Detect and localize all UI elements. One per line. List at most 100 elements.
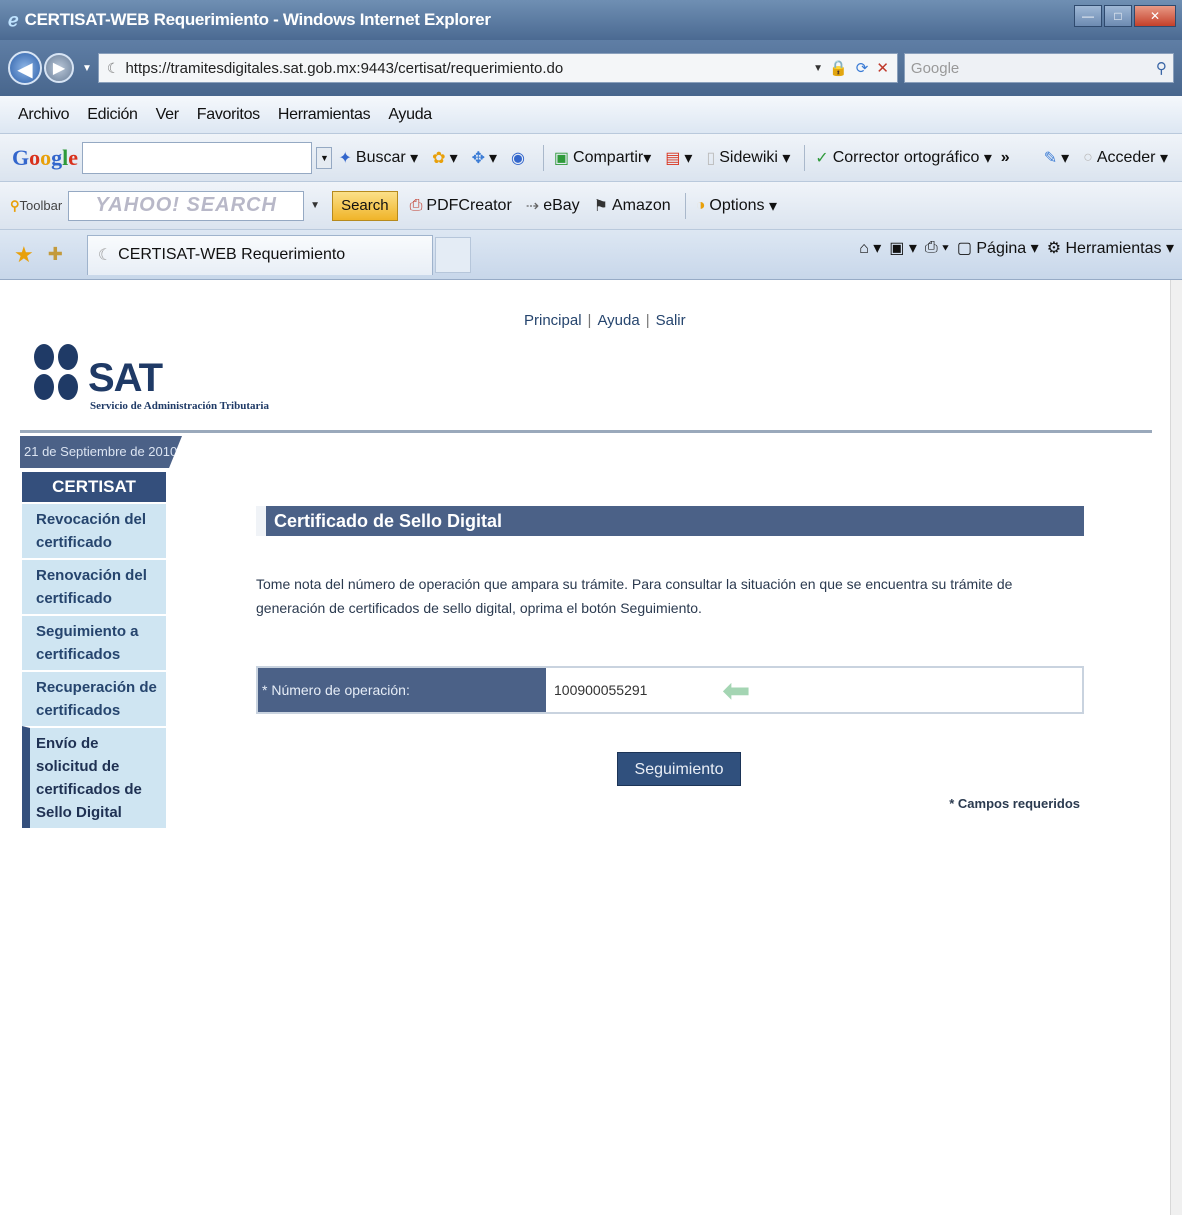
signin-icon: ○ <box>1083 148 1093 166</box>
bookmark-icon[interactable]: ✿ ▾ <box>432 148 457 168</box>
sidewiki-label: Sidewiki <box>719 148 778 166</box>
ebay-label: eBay <box>543 196 580 214</box>
signin-button[interactable]: ○ Acceder ▾ <box>1083 148 1168 168</box>
menu-ver[interactable]: Ver <box>156 106 179 124</box>
new-tab-button[interactable] <box>434 236 471 273</box>
google-search-input[interactable] <box>82 141 313 174</box>
vertical-scrollbar[interactable] <box>1170 280 1182 1215</box>
close-button[interactable]: ✕ <box>1134 5 1176 27</box>
operation-number-field: 100900055291 ⬅ <box>546 668 1082 712</box>
search-box[interactable]: Google ⚲ <box>903 53 1174 83</box>
link-salir[interactable]: Salir <box>656 312 686 329</box>
sidewiki-button[interactable]: ▯ Sidewiki ▾ <box>706 148 790 168</box>
tab-page-icon: ☾ <box>97 247 113 264</box>
address-dropdown-icon[interactable]: ▼ <box>813 63 823 74</box>
lock-icon[interactable]: 🔒 <box>829 59 848 77</box>
menu-ayuda[interactable]: Ayuda <box>388 106 432 124</box>
translate-icon[interactable]: ▤ ▾ <box>665 148 692 168</box>
signin-label: Acceder <box>1096 148 1156 166</box>
sidebar-item-renovacion[interactable]: Renovación del certificado <box>22 558 166 614</box>
pdf-label: PDFCreator <box>426 196 512 214</box>
options-button[interactable]: ◑ Options ▾ <box>696 196 777 216</box>
menu-archivo[interactable]: Archivo <box>18 106 70 124</box>
panel-title: Certificado de Sello Digital <box>256 506 1084 536</box>
share-icon: ▣ <box>553 149 570 167</box>
favorites-star-icon[interactable]: ★ <box>14 242 34 268</box>
tab-certisat[interactable]: ☾ CERTISAT-WEB Requerimiento <box>86 234 433 275</box>
sidebar-item-envio-solicitud[interactable]: Envío de solicitud de certificados de Se… <box>22 726 166 828</box>
add-favorite-icon[interactable]: ✚ <box>48 244 63 265</box>
search-icon[interactable]: ⚲ <box>1156 59 1167 77</box>
share-button[interactable]: ▣ Compartir ▾ <box>554 148 651 168</box>
amazon-button[interactable]: ⚑ Amazon <box>594 196 671 216</box>
sidebar: CERTISAT Revocación del certificado Reno… <box>22 472 166 828</box>
home-icon[interactable]: ⌂ ▾ <box>859 238 881 258</box>
address-url[interactable]: https://tramitesdigitales.sat.gob.mx:944… <box>125 60 807 77</box>
pdfcreator-button[interactable]: ⎙ PDFCreator <box>410 197 512 215</box>
page-icon: ☾ <box>106 59 120 76</box>
tools-menu[interactable]: ⚙ Herramientas ▾ <box>1047 238 1174 258</box>
feeds-icon[interactable]: ▣ ▾ <box>889 238 917 258</box>
sat-logo-mark <box>32 342 80 406</box>
sidebar-item-revocacion[interactable]: Revocación del certificado <box>22 502 166 558</box>
menu-favoritos[interactable]: Favoritos <box>197 106 260 124</box>
sidebar-item-recuperacion[interactable]: Recuperación de certificados <box>22 670 166 726</box>
address-bar[interactable]: ☾ https://tramitesdigitales.sat.gob.mx:9… <box>97 53 898 83</box>
yahoo-search-input[interactable]: YAHOO! SEARCH <box>68 190 305 221</box>
stop-icon[interactable]: ✕ <box>876 59 889 77</box>
header-divider <box>20 430 1152 433</box>
search-placeholder: Google <box>910 59 960 77</box>
window-title: CERTISAT-WEB Requerimiento - Windows Int… <box>24 10 491 29</box>
yahoo-search-button[interactable]: Search <box>332 190 398 221</box>
yahoo-dropdown-icon[interactable]: ▼ <box>310 200 320 211</box>
minimize-button[interactable]: — <box>1074 5 1102 27</box>
share-label: Compartir <box>573 148 644 166</box>
tab-row: ★ ✚ ☾ CERTISAT-WEB Requerimiento ⌂ ▾ ▣ ▾… <box>0 230 1182 280</box>
seguimiento-button[interactable]: Seguimiento <box>617 752 741 786</box>
refresh-circle-icon[interactable]: ◉ <box>511 148 529 168</box>
link-ayuda[interactable]: Ayuda <box>597 312 639 329</box>
maximize-button[interactable]: □ <box>1104 5 1132 27</box>
tab-label: CERTISAT-WEB Requerimiento <box>118 246 346 263</box>
yahoo-toolbar: ⚲Toolbar YAHOO! SEARCH ▼ Search ⎙ PDFCrea… <box>0 182 1182 230</box>
menu-edicion[interactable]: Edición <box>87 106 138 124</box>
ebay-icon: ⇢ <box>525 197 540 215</box>
options-icon: ◑ <box>695 196 706 214</box>
operation-number-row: * Número de operación: 100900055291 ⬅ <box>256 666 1084 714</box>
button-container: Seguimiento <box>256 752 1084 786</box>
toolbar-brand: ⚲Toolbar <box>10 197 63 213</box>
forward-button[interactable]: ▶ <box>44 53 74 83</box>
sat-logo-subtitle: Servicio de Administración Tributaria <box>90 400 269 412</box>
history-dropdown-icon[interactable]: ▼ <box>82 63 92 74</box>
title-bar: ℯ CERTISAT-WEB Requerimiento - Windows I… <box>0 0 1182 40</box>
sidebar-item-seguimiento[interactable]: Seguimiento a certificados <box>22 614 166 670</box>
google-dropdown-icon[interactable]: ▼ <box>316 146 333 169</box>
menu-herramientas[interactable]: Herramientas <box>278 106 371 124</box>
amazon-label: Amazon <box>612 196 671 214</box>
instructions-text: Tome nota del número de operación que am… <box>256 576 1013 616</box>
ie-icon: ℯ <box>8 9 19 30</box>
print-icon[interactable]: ⎙ ▾ <box>925 239 949 257</box>
date-banner: 21 de Septiembre de 2010 <box>20 436 182 468</box>
menu-bar: Archivo Edición Ver Favoritos Herramient… <box>0 96 1182 134</box>
link-principal[interactable]: Principal <box>524 312 582 329</box>
browser-window: ℯ CERTISAT-WEB Requerimiento - Windows I… <box>0 0 1182 1215</box>
spellcheck-label: Corrector ortográfico <box>832 148 980 166</box>
spellcheck-button[interactable]: ✓ Corrector ortográfico ▾ » <box>815 148 1009 168</box>
arrows-icon[interactable]: ✥ ▾ <box>472 148 497 168</box>
sidewiki-icon: ▯ <box>706 149 716 167</box>
command-bar: ⌂ ▾ ▣ ▾ ⎙ ▾ ▢ Página ▾ ⚙ Herramientas ▾ <box>859 238 1174 258</box>
ebay-button[interactable]: ⇢ eBay <box>526 196 580 216</box>
refresh-icon[interactable]: ⟳ <box>856 59 869 77</box>
page-menu[interactable]: ▢ Página ▾ <box>957 238 1039 258</box>
google-logo: Google <box>12 144 79 170</box>
back-button[interactable]: ◀ <box>8 51 42 85</box>
google-search-button[interactable]: ✦ Buscar ▾ <box>338 148 418 168</box>
amazon-icon: ⚑ <box>593 197 608 215</box>
operation-number-label: * Número de operación: <box>258 668 546 712</box>
arrow-left-icon: ⬅ <box>722 672 751 710</box>
link-separator: | <box>587 312 592 329</box>
wrench-icon[interactable]: ✎ ▾ <box>1044 148 1069 168</box>
more-chevron-icon[interactable]: » <box>1001 149 1010 167</box>
top-links: Principal | Ayuda | Salir <box>524 312 686 329</box>
